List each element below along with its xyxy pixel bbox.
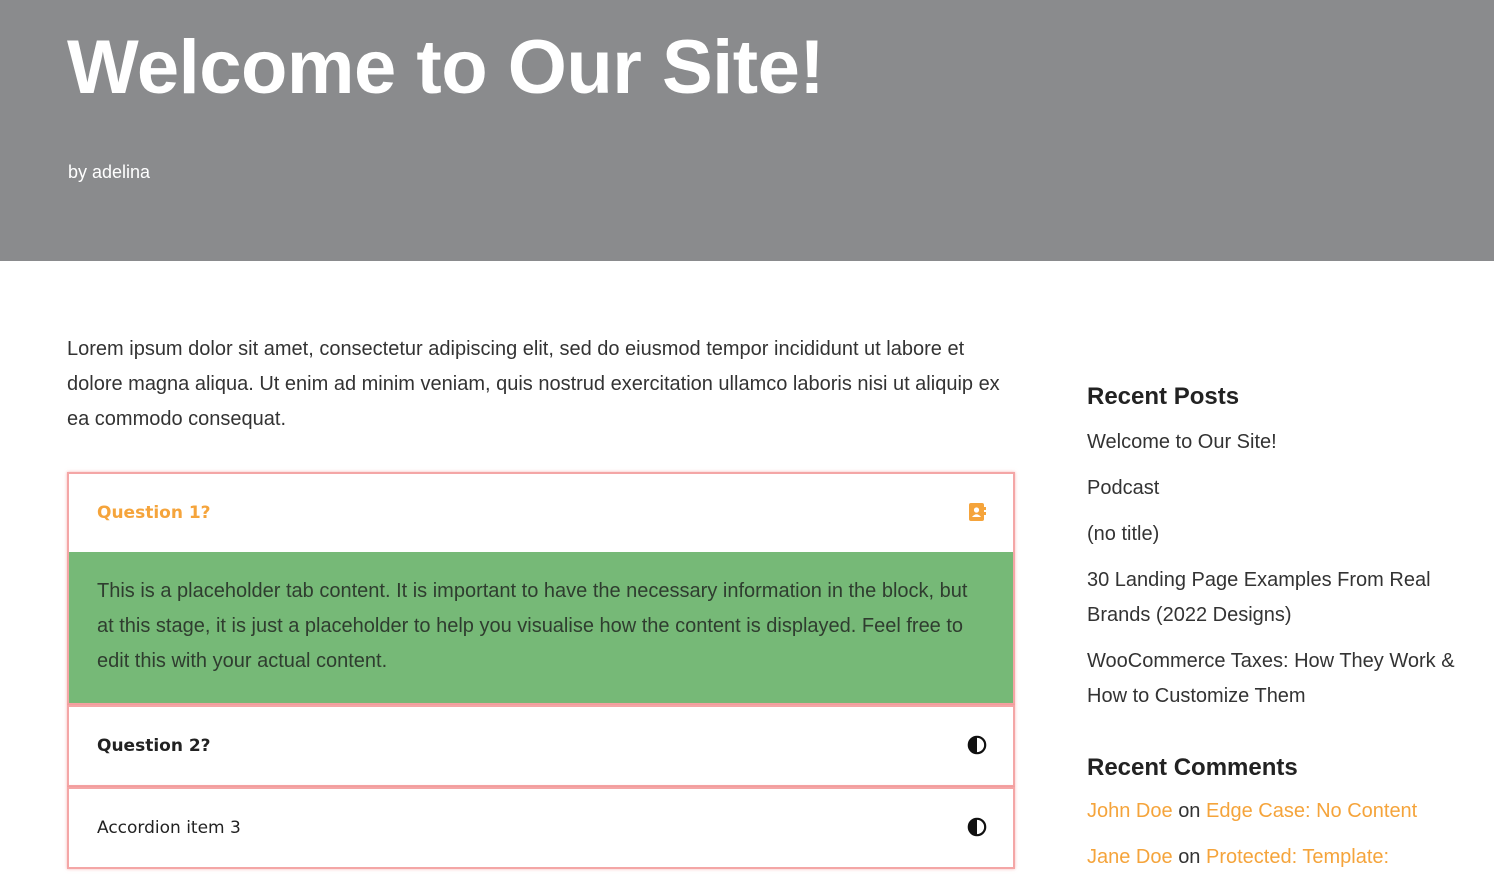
contrast-icon — [967, 817, 987, 837]
recent-posts-heading: Recent Posts — [1087, 383, 1240, 410]
contrast-icon — [967, 735, 987, 755]
recent-posts-list: Welcome to Our Site! Podcast (no title) … — [1087, 425, 1467, 714]
comment-post-link[interactable]: Protected: Template: — [1206, 846, 1389, 868]
accordion-header-1[interactable]: Question 1? — [69, 474, 1013, 552]
author-byline: by adelina — [68, 161, 150, 183]
sidebar: Recent Posts Welcome to Our Site! Podcas… — [1087, 380, 1467, 886]
post-link[interactable]: WooCommerce Taxes: How They Work & How t… — [1087, 650, 1455, 707]
accordion-panel-1: This is a placeholder tab content. It is… — [69, 552, 1013, 703]
post-link[interactable]: 30 Landing Page Examples From Real Brand… — [1087, 569, 1431, 626]
list-item: Jane Doe on Protected: Template: — [1087, 840, 1467, 875]
comment-author-link[interactable]: John Doe — [1087, 800, 1173, 822]
accordion-header-2[interactable]: Question 2? — [69, 707, 1013, 785]
accordion-item-3: Accordion item 3 — [67, 787, 1015, 869]
list-item: John Doe on Edge Case: No Content — [1087, 794, 1467, 829]
accordion-title: Question 2? — [97, 736, 211, 756]
list-item: Welcome to Our Site! — [1087, 425, 1467, 460]
comment-connector: on — [1178, 846, 1201, 868]
accordion-item-2: Question 2? — [67, 705, 1015, 787]
post-link[interactable]: (no title) — [1087, 523, 1159, 545]
recent-comments-heading: Recent Comments — [1087, 754, 1298, 781]
post-link[interactable]: Podcast — [1087, 477, 1159, 499]
list-item: WooCommerce Taxes: How They Work & How t… — [1087, 644, 1467, 714]
accordion-item-1: Question 1? This is a placeholder tab co… — [67, 472, 1015, 705]
recent-comments-list: John Doe on Edge Case: No Content Jane D… — [1087, 794, 1467, 875]
list-item: (no title) — [1087, 517, 1467, 552]
contact-book-icon — [967, 502, 987, 522]
comment-connector: on — [1178, 800, 1201, 822]
accordion-title: Question 1? — [97, 503, 211, 523]
intro-paragraph: Lorem ipsum dolor sit amet, consectetur … — [67, 338, 1000, 430]
list-item: 30 Landing Page Examples From Real Brand… — [1087, 563, 1467, 633]
page-title: Welcome to Our Site! — [67, 25, 825, 110]
accordion-header-3[interactable]: Accordion item 3 — [69, 789, 1013, 867]
comment-author-link[interactable]: Jane Doe — [1087, 846, 1173, 868]
list-item: Podcast — [1087, 471, 1467, 506]
comment-post-link[interactable]: Edge Case: No Content — [1206, 800, 1417, 822]
page-header: Welcome to Our Site! by adelina — [0, 0, 1494, 261]
accordion-title: Accordion item 3 — [97, 818, 241, 838]
accordion: Question 1? This is a placeholder tab co… — [67, 472, 1015, 869]
post-link[interactable]: Welcome to Our Site! — [1087, 431, 1277, 453]
author-link[interactable]: by adelina — [68, 162, 150, 182]
